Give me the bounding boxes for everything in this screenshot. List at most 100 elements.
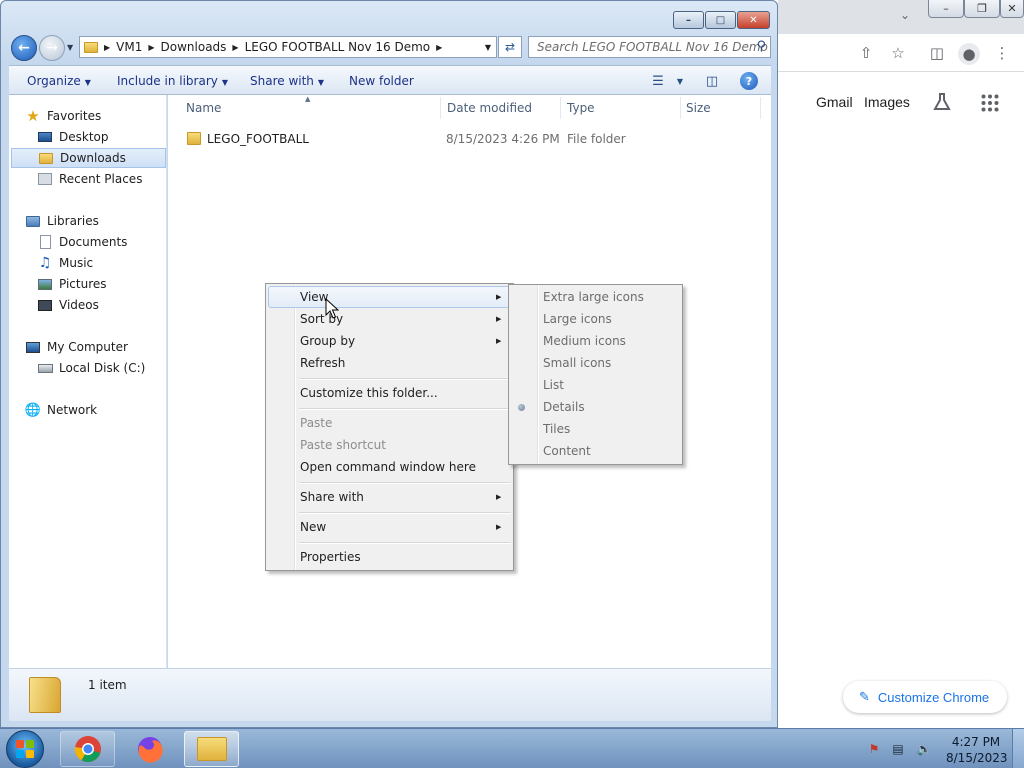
search-input[interactable]: Search LEGO FOOTBALL Nov 16 Demo ⚲	[528, 36, 771, 58]
status-bar: 1 item	[9, 668, 771, 721]
submenu-arrow-icon: ▶	[496, 293, 502, 301]
view-option-details[interactable]: Details	[543, 397, 585, 417]
action-center-icon[interactable]: ⚑	[866, 741, 882, 757]
address-history-dropdown[interactable]: ▼	[479, 36, 497, 58]
column-divider[interactable]	[760, 97, 761, 119]
chrome-menu-icon[interactable]: ⋮	[992, 43, 1012, 63]
menu-item-refresh[interactable]: Refresh	[300, 353, 345, 373]
view-option-extra-large-icons[interactable]: Extra large icons	[543, 287, 644, 307]
forward-button[interactable]: →	[39, 35, 65, 61]
taskbar-firefox[interactable]	[122, 731, 177, 767]
menu-item-group-by[interactable]: Group by	[300, 331, 355, 351]
breadcrumb-arrow-icon[interactable]: ▶	[436, 43, 442, 52]
explorer-folder-icon	[196, 737, 227, 761]
taskbar-explorer[interactable]	[184, 731, 239, 767]
share-icon[interactable]: ⇧	[856, 43, 876, 63]
view-option-medium-icons[interactable]: Medium icons	[543, 331, 626, 351]
chevron-down-icon[interactable]: ⌄	[900, 8, 910, 22]
chrome-minimize-button[interactable]: –	[928, 0, 964, 18]
bookmark-star-icon[interactable]: ☆	[888, 43, 908, 63]
nav-downloads[interactable]: Downloads	[11, 148, 166, 168]
start-button[interactable]	[6, 730, 44, 768]
breadcrumb-downloads[interactable]: Downloads	[161, 40, 227, 54]
maximize-button[interactable]: □	[705, 11, 736, 29]
recent-pages-dropdown[interactable]: ▼	[67, 43, 73, 52]
view-option-large-icons[interactable]: Large icons	[543, 309, 612, 329]
apps-grid-icon[interactable]	[981, 94, 999, 112]
menu-item-open-command-window[interactable]: Open command window here	[300, 457, 476, 477]
search-icon[interactable]: ⚲	[756, 39, 766, 54]
view-option-small-icons[interactable]: Small icons	[543, 353, 611, 373]
search-placeholder: Search LEGO FOOTBALL Nov 16 Demo	[537, 40, 768, 54]
libraries-icon	[25, 213, 41, 229]
profile-avatar-icon[interactable]: ●	[958, 43, 980, 65]
view-option-list[interactable]: List	[543, 375, 564, 395]
gmail-link[interactable]: Gmail	[816, 94, 853, 110]
refresh-icon[interactable]: ⇄	[498, 36, 522, 58]
view-option-content[interactable]: Content	[543, 441, 591, 461]
column-divider[interactable]	[680, 97, 681, 119]
breadcrumb-arrow-icon[interactable]: ▶	[232, 43, 238, 52]
images-link[interactable]: Images	[864, 94, 910, 110]
show-desktop-button[interactable]	[1012, 729, 1024, 768]
music-note-icon: ♫	[38, 255, 52, 271]
organize-button[interactable]: Organize ▼	[27, 74, 91, 88]
star-icon: ★	[26, 107, 40, 125]
column-header-name[interactable]: Name	[186, 101, 221, 115]
address-bar[interactable]: ▶ VM1 ▶ Downloads ▶ LEGO FOOTBALL Nov 16…	[79, 36, 497, 58]
close-button[interactable]: ✕	[737, 11, 770, 29]
documents-icon	[37, 234, 53, 250]
clock-time: 4:27 PM	[951, 735, 1001, 749]
desktop-icon	[37, 129, 53, 145]
customize-chrome-button[interactable]: ✎ Customize Chrome	[843, 681, 1007, 713]
menu-item-new[interactable]: New	[300, 517, 326, 537]
context-menu: View ▶ Sort by ▶ Group by ▶ Refresh Cust…	[265, 283, 514, 571]
folder-large-icon	[29, 677, 61, 713]
nav-network[interactable]: 🌐 Network	[25, 400, 183, 420]
submenu-arrow-icon: ▶	[496, 493, 502, 501]
column-header-date-modified[interactable]: Date modified	[447, 101, 532, 115]
column-header-size[interactable]: Size	[686, 101, 711, 115]
menu-separator	[299, 408, 511, 410]
share-with-button[interactable]: Share with ▼	[250, 74, 324, 88]
breadcrumb-arrow-icon[interactable]: ▶	[104, 43, 110, 52]
labs-flask-icon[interactable]	[932, 92, 952, 112]
breadcrumb-arrow-icon[interactable]: ▶	[148, 43, 154, 52]
nav-favorites[interactable]: ★ Favorites	[25, 106, 183, 126]
chrome-close-button[interactable]: ✕	[1000, 0, 1024, 18]
network-icon: 🌐	[24, 402, 42, 418]
menu-separator	[299, 378, 511, 380]
network-status-icon[interactable]: ▤	[890, 741, 906, 757]
submenu-arrow-icon: ▶	[496, 523, 502, 531]
minimize-button[interactable]: –	[673, 11, 704, 29]
breadcrumb-vm1[interactable]: VM1	[116, 40, 142, 54]
view-option-tiles[interactable]: Tiles	[543, 419, 570, 439]
taskbar-chrome[interactable]	[60, 731, 115, 767]
breadcrumb-current-folder[interactable]: LEGO FOOTBALL Nov 16 Demo	[245, 40, 431, 54]
selected-radio-icon	[518, 404, 525, 411]
view-submenu: Extra large icons Large icons Medium ico…	[508, 284, 683, 465]
column-divider[interactable]	[440, 97, 441, 119]
help-icon[interactable]: ?	[740, 72, 758, 90]
nav-libraries[interactable]: Libraries	[25, 211, 183, 231]
mouse-cursor-icon	[325, 298, 339, 319]
preview-pane-icon[interactable]: ◫	[703, 72, 721, 90]
hard-drive-icon	[37, 360, 53, 376]
menu-item-properties[interactable]: Properties	[300, 547, 361, 567]
taskbar: ⚑ ▤ 🔈 4:27 PM 8/15/2023	[0, 728, 1024, 768]
back-button[interactable]: ←	[11, 35, 37, 61]
nav-my-computer[interactable]: My Computer	[25, 337, 183, 357]
new-folder-button[interactable]: New folder	[349, 74, 414, 88]
change-view-icon[interactable]: ☰	[649, 72, 667, 90]
view-dropdown-icon[interactable]: ▼	[671, 72, 689, 90]
column-header-type[interactable]: Type	[567, 101, 595, 115]
menu-item-share-with[interactable]: Share with	[300, 487, 364, 507]
menu-item-customize-folder[interactable]: Customize this folder...	[300, 383, 438, 403]
include-in-library-button[interactable]: Include in library ▼	[117, 74, 228, 88]
volume-muted-icon[interactable]: 🔈	[916, 741, 932, 757]
clock[interactable]: 4:27 PM 8/15/2023	[946, 734, 1008, 766]
file-date-modified: 8/15/2023 4:26 PM	[446, 132, 560, 146]
side-panel-icon[interactable]: ◫	[927, 43, 947, 63]
column-divider[interactable]	[560, 97, 561, 119]
chrome-restore-button[interactable]: ❐	[964, 0, 1000, 18]
